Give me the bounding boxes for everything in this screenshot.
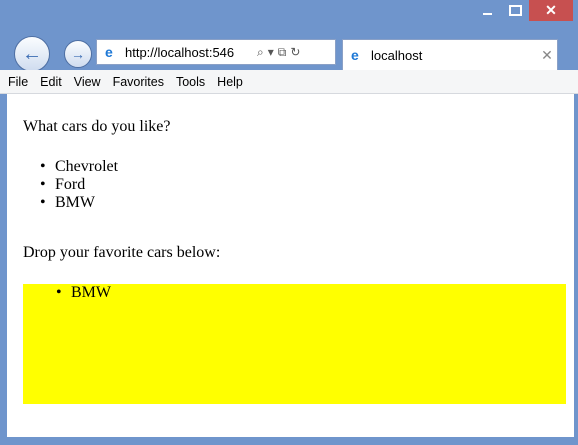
forward-arrow-icon: → bbox=[71, 46, 85, 62]
car-item[interactable]: BMW bbox=[40, 194, 118, 212]
menu-help[interactable]: Help bbox=[217, 75, 243, 89]
page-content: What cars do you like? Chevrolet Ford BM… bbox=[7, 94, 574, 437]
browser-window: ✕ ← → e http://localhost:546 ⌕ ▾ ⧉ ↻ e l… bbox=[0, 0, 578, 445]
menu-file[interactable]: File bbox=[8, 75, 28, 89]
drop-zone[interactable]: BMW bbox=[23, 284, 566, 404]
close-button[interactable]: ✕ bbox=[529, 0, 573, 21]
drop-label: Drop your favorite cars below: bbox=[23, 244, 221, 261]
menu-view[interactable]: View bbox=[74, 75, 101, 89]
back-button[interactable]: ← bbox=[14, 36, 50, 72]
question-text: What cars do you like? bbox=[23, 118, 171, 135]
menu-tools[interactable]: Tools bbox=[176, 75, 205, 89]
minimize-button[interactable] bbox=[474, 0, 500, 21]
tab-close-icon[interactable]: ✕ bbox=[537, 47, 557, 64]
navigation-bar: ← → e http://localhost:546 ⌕ ▾ ⧉ ↻ e loc… bbox=[0, 30, 578, 72]
address-bar[interactable]: e http://localhost:546 ⌕ ▾ ⧉ ↻ bbox=[96, 39, 336, 65]
menu-bar: File Edit View Favorites Tools Help bbox=[0, 70, 578, 94]
forward-button[interactable]: → bbox=[64, 40, 92, 68]
menu-edit[interactable]: Edit bbox=[40, 75, 62, 89]
maximize-button[interactable] bbox=[502, 0, 528, 21]
title-bar: ✕ bbox=[0, 0, 578, 30]
back-arrow-icon: ← bbox=[22, 42, 42, 65]
search-icon[interactable]: ⌕ bbox=[257, 45, 264, 60]
favorites-list: BMW bbox=[23, 284, 566, 302]
car-item[interactable]: Chevrolet bbox=[40, 158, 118, 176]
address-text[interactable]: http://localhost:546 bbox=[125, 45, 253, 60]
favorite-item[interactable]: BMW bbox=[56, 284, 566, 302]
dropdown-icon[interactable]: ▾ bbox=[268, 45, 274, 59]
refresh-icon[interactable]: ↻ bbox=[290, 45, 300, 59]
maximize-icon bbox=[508, 5, 522, 16]
compat-icon[interactable]: ⧉ bbox=[278, 45, 287, 60]
internet-explorer-icon: e bbox=[105, 44, 113, 60]
menu-favorites[interactable]: Favorites bbox=[113, 75, 164, 89]
car-list: Chevrolet Ford BMW bbox=[23, 158, 118, 212]
tab-ie-icon: e bbox=[351, 47, 359, 63]
tab-title: localhost bbox=[371, 47, 423, 63]
car-item[interactable]: Ford bbox=[40, 176, 118, 194]
minimize-icon bbox=[482, 12, 492, 15]
browser-tab[interactable]: e localhost ✕ bbox=[342, 39, 558, 70]
